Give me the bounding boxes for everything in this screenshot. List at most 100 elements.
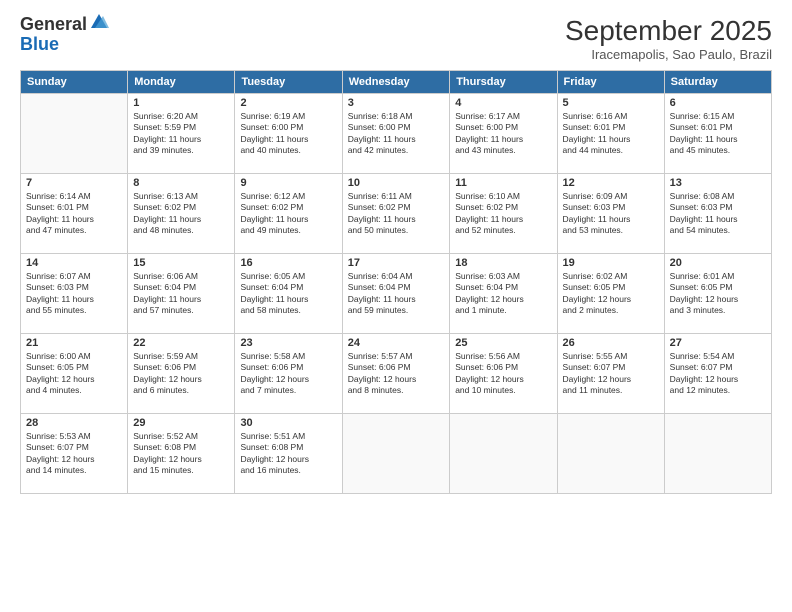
cell-w1-d7: 6 Sunrise: 6:15 AMSunset: 6:01 PMDaylight… [664, 94, 771, 174]
day-info-text: Sunrise: 6:07 AMSunset: 6:03 PMDaylight:… [26, 271, 122, 317]
cell-w1-d5: 4 Sunrise: 6:17 AMSunset: 6:00 PMDaylight… [450, 94, 557, 174]
day-number: 16 [240, 257, 336, 269]
day-number: 11 [455, 177, 551, 189]
day-number: 19 [563, 257, 659, 269]
day-number: 5 [563, 97, 659, 109]
day-info-text: Sunrise: 5:57 AMSunset: 6:06 PMDaylight:… [348, 351, 445, 397]
day-info-text: Sunrise: 6:11 AMSunset: 6:02 PMDaylight:… [348, 191, 445, 237]
col-saturday: Saturday [664, 71, 771, 94]
cell-w2-d7: 13 Sunrise: 6:08 AMSunset: 6:03 PMDayligh… [664, 174, 771, 254]
day-info-text: Sunrise: 5:55 AMSunset: 6:07 PMDaylight:… [563, 351, 659, 397]
day-number: 17 [348, 257, 445, 269]
day-number: 21 [26, 337, 122, 349]
day-number: 3 [348, 97, 445, 109]
day-number: 6 [670, 97, 766, 109]
day-info-text: Sunrise: 6:00 AMSunset: 6:05 PMDaylight:… [26, 351, 122, 397]
col-sunday: Sunday [21, 71, 128, 94]
cell-w3-d3: 16 Sunrise: 6:05 AMSunset: 6:04 PMDayligh… [235, 254, 342, 334]
cell-w3-d6: 19 Sunrise: 6:02 AMSunset: 6:05 PMDayligh… [557, 254, 664, 334]
day-info-text: Sunrise: 6:14 AMSunset: 6:01 PMDaylight:… [26, 191, 122, 237]
week-row-2: 7 Sunrise: 6:14 AMSunset: 6:01 PMDaylight… [21, 174, 772, 254]
day-info-text: Sunrise: 5:54 AMSunset: 6:07 PMDaylight:… [670, 351, 766, 397]
day-info-text: Sunrise: 5:52 AMSunset: 6:08 PMDaylight:… [133, 431, 229, 477]
day-number: 2 [240, 97, 336, 109]
cell-w3-d4: 17 Sunrise: 6:04 AMSunset: 6:04 PMDayligh… [342, 254, 450, 334]
col-thursday: Thursday [450, 71, 557, 94]
day-info-text: Sunrise: 6:16 AMSunset: 6:01 PMDaylight:… [563, 111, 659, 157]
day-info-text: Sunrise: 6:06 AMSunset: 6:04 PMDaylight:… [133, 271, 229, 317]
day-number: 7 [26, 177, 122, 189]
day-number: 18 [455, 257, 551, 269]
col-friday: Friday [557, 71, 664, 94]
cell-w4-d2: 22 Sunrise: 5:59 AMSunset: 6:06 PMDayligh… [128, 334, 235, 414]
cell-w2-d4: 10 Sunrise: 6:11 AMSunset: 6:02 PMDayligh… [342, 174, 450, 254]
day-number: 25 [455, 337, 551, 349]
day-number: 9 [240, 177, 336, 189]
week-row-5: 28 Sunrise: 5:53 AMSunset: 6:07 PMDayligh… [21, 414, 772, 494]
day-number: 14 [26, 257, 122, 269]
day-info-text: Sunrise: 6:01 AMSunset: 6:05 PMDaylight:… [670, 271, 766, 317]
day-info-text: Sunrise: 6:18 AMSunset: 6:00 PMDaylight:… [348, 111, 445, 157]
day-number: 20 [670, 257, 766, 269]
cell-w1-d1 [21, 94, 128, 174]
day-number: 22 [133, 337, 229, 349]
day-number: 8 [133, 177, 229, 189]
day-number: 15 [133, 257, 229, 269]
month-title: September 2025 [565, 15, 772, 47]
cell-w5-d1: 28 Sunrise: 5:53 AMSunset: 6:07 PMDayligh… [21, 414, 128, 494]
day-info-text: Sunrise: 6:03 AMSunset: 6:04 PMDaylight:… [455, 271, 551, 317]
day-info-text: Sunrise: 6:12 AMSunset: 6:02 PMDaylight:… [240, 191, 336, 237]
day-info-text: Sunrise: 6:05 AMSunset: 6:04 PMDaylight:… [240, 271, 336, 317]
day-info-text: Sunrise: 6:13 AMSunset: 6:02 PMDaylight:… [133, 191, 229, 237]
day-info-text: Sunrise: 5:59 AMSunset: 6:06 PMDaylight:… [133, 351, 229, 397]
title-block: September 2025 Iracemapolis, Sao Paulo, … [565, 15, 772, 62]
day-number: 28 [26, 417, 122, 429]
calendar-header-row: Sunday Monday Tuesday Wednesday Thursday… [21, 71, 772, 94]
day-number: 12 [563, 177, 659, 189]
logo-general-text: General [20, 15, 87, 35]
day-info-text: Sunrise: 5:51 AMSunset: 6:08 PMDaylight:… [240, 431, 336, 477]
day-info-text: Sunrise: 6:09 AMSunset: 6:03 PMDaylight:… [563, 191, 659, 237]
cell-w4-d1: 21 Sunrise: 6:00 AMSunset: 6:05 PMDayligh… [21, 334, 128, 414]
day-number: 26 [563, 337, 659, 349]
location-subtitle: Iracemapolis, Sao Paulo, Brazil [565, 47, 772, 62]
cell-w3-d7: 20 Sunrise: 6:01 AMSunset: 6:05 PMDayligh… [664, 254, 771, 334]
cell-w4-d5: 25Sunrise: 5:56 AMSunset: 6:06 PMDayligh… [450, 334, 557, 414]
day-info-text: Sunrise: 6:08 AMSunset: 6:03 PMDaylight:… [670, 191, 766, 237]
day-number: 10 [348, 177, 445, 189]
col-wednesday: Wednesday [342, 71, 450, 94]
week-row-1: 1Sunrise: 6:20 AMSunset: 5:59 PMDaylight… [21, 94, 772, 174]
day-number: 13 [670, 177, 766, 189]
cell-w5-d7 [664, 414, 771, 494]
day-number: 24 [348, 337, 445, 349]
day-info-text: Sunrise: 6:15 AMSunset: 6:01 PMDaylight:… [670, 111, 766, 157]
col-tuesday: Tuesday [235, 71, 342, 94]
day-number: 4 [455, 97, 551, 109]
cell-w4-d7: 27 Sunrise: 5:54 AMSunset: 6:07 PMDayligh… [664, 334, 771, 414]
cell-w3-d1: 14 Sunrise: 6:07 AMSunset: 6:03 PMDayligh… [21, 254, 128, 334]
cell-w3-d5: 18 Sunrise: 6:03 AMSunset: 6:04 PMDayligh… [450, 254, 557, 334]
day-info-text: Sunrise: 6:04 AMSunset: 6:04 PMDaylight:… [348, 271, 445, 317]
day-number: 27 [670, 337, 766, 349]
cell-w4-d3: 23Sunrise: 5:58 AMSunset: 6:06 PMDayligh… [235, 334, 342, 414]
cell-w1-d4: 3 Sunrise: 6:18 AMSunset: 6:00 PMDaylight… [342, 94, 450, 174]
day-number: 29 [133, 417, 229, 429]
cell-w4-d4: 24 Sunrise: 5:57 AMSunset: 6:06 PMDayligh… [342, 334, 450, 414]
cell-w1-d6: 5 Sunrise: 6:16 AMSunset: 6:01 PMDaylight… [557, 94, 664, 174]
cell-w2-d6: 12 Sunrise: 6:09 AMSunset: 6:03 PMDayligh… [557, 174, 664, 254]
cell-w5-d3: 30Sunrise: 5:51 AMSunset: 6:08 PMDayligh… [235, 414, 342, 494]
day-info-text: Sunrise: 6:17 AMSunset: 6:00 PMDaylight:… [455, 111, 551, 157]
cell-w1-d2: 1Sunrise: 6:20 AMSunset: 5:59 PMDaylight… [128, 94, 235, 174]
cell-w5-d2: 29 Sunrise: 5:52 AMSunset: 6:08 PMDayligh… [128, 414, 235, 494]
day-info-text: Sunrise: 6:20 AMSunset: 5:59 PMDaylight:… [133, 111, 229, 157]
page: General Blue September 2025 Iracemapolis… [0, 0, 792, 612]
week-row-4: 21 Sunrise: 6:00 AMSunset: 6:05 PMDayligh… [21, 334, 772, 414]
logo-blue-text: Blue [20, 35, 109, 55]
cell-w1-d3: 2Sunrise: 6:19 AMSunset: 6:00 PMDaylight… [235, 94, 342, 174]
cell-w3-d2: 15 Sunrise: 6:06 AMSunset: 6:04 PMDayligh… [128, 254, 235, 334]
day-info-text: Sunrise: 6:02 AMSunset: 6:05 PMDaylight:… [563, 271, 659, 317]
day-info-text: Sunrise: 5:53 AMSunset: 6:07 PMDaylight:… [26, 431, 122, 477]
cell-w5-d4 [342, 414, 450, 494]
header: General Blue September 2025 Iracemapolis… [20, 15, 772, 62]
logo: General Blue [20, 15, 109, 55]
